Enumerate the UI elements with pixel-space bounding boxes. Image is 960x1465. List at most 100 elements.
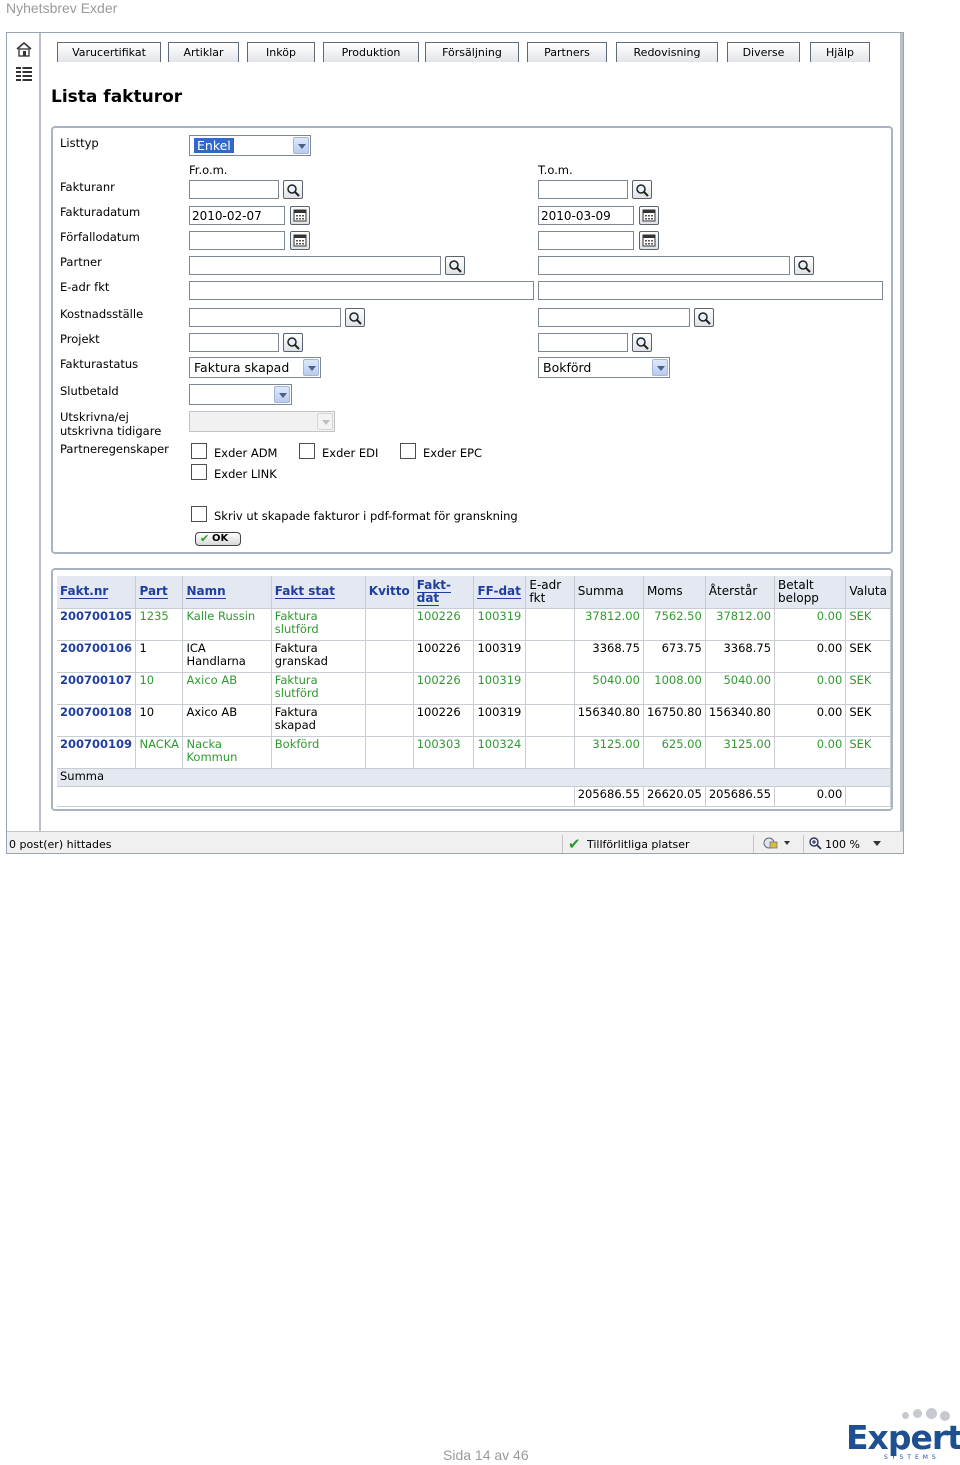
calendar-icon[interactable] [290,206,310,225]
cell-faktstat: Faktura slutförd [271,672,366,705]
search-icon[interactable] [283,180,303,199]
tab-produktion[interactable]: Produktion [323,42,419,62]
table-row[interactable]: 200700106 1 ICA Handlarna Faktura gransk… [57,640,891,673]
cell-faktdat: 100226 [413,672,475,705]
exder-epc-checkbox[interactable] [400,443,416,459]
kostnadsstalle-from-input[interactable] [189,308,341,327]
zoom-icon[interactable] [808,836,822,853]
summa-label-row: Summa [57,768,891,787]
cell-part: 10 [135,704,184,737]
partner-from-input[interactable] [189,256,441,275]
zoom-level[interactable]: 100 % [825,838,860,851]
chevron-down-icon[interactable] [274,386,290,403]
eadr-from-input[interactable] [189,281,534,300]
partner-to-input[interactable] [538,256,790,275]
listtyp-select[interactable]: Enkel [189,135,311,156]
col-header-kvitto[interactable]: Kvitto [365,576,414,609]
fakturastatus-to-select[interactable]: Bokförd [538,357,670,378]
fakturastatus-from-select[interactable]: Faktura skapad [189,357,321,378]
cell-aterstar: 3368.75 [705,640,776,673]
forfallodatum-to-input[interactable] [538,231,634,250]
utskrivna-select[interactable] [189,411,335,432]
tab-varucertifikat[interactable]: Varucertifikat [57,42,161,62]
search-form: Listtyp Enkel Fr.o.m. T.o.m. Fakturanr F… [51,126,893,554]
calendar-icon[interactable] [639,206,659,225]
cell-namn: Axico AB [182,704,272,737]
projekt-to-input[interactable] [538,333,628,352]
search-icon[interactable] [632,180,652,199]
partneregenskaper-label: Partneregenskaper [60,442,169,456]
tab-hjalp[interactable]: Hjälp [810,42,870,62]
cell-aterstar: 37812.00 [705,608,776,641]
chevron-down-icon[interactable] [303,359,319,376]
fakturanr-from-input[interactable] [189,180,279,199]
tab-inkop[interactable]: Inköp [247,42,315,62]
cell-faktnr[interactable]: 200700106 [57,640,137,673]
chevron-down-icon[interactable] [652,359,668,376]
cell-faktdat: 100226 [413,704,475,737]
eadr-to-input[interactable] [538,281,883,300]
cell-ffdat: 100319 [473,672,527,705]
cell-ffdat: 100319 [473,608,527,641]
calendar-icon[interactable] [290,231,310,250]
fakturadatum-from-input[interactable]: 2010-02-07 [189,206,285,225]
home-icon[interactable] [15,41,33,57]
col-header-ffdat[interactable]: FF-dat [473,576,527,609]
forfallodatum-label: Förfallodatum [60,230,140,244]
left-toolbar [7,33,41,831]
list-icon[interactable] [15,65,33,81]
tab-partners[interactable]: Partners [527,42,607,62]
protected-mode-icon[interactable] [762,836,792,853]
cell-faktnr[interactable]: 200700107 [57,672,137,705]
search-icon[interactable] [694,308,714,327]
table-row[interactable]: 200700109 NACKA Nacka Kommun Bokförd 100… [57,736,891,769]
table-row[interactable]: 200700107 10 Axico AB Faktura slutförd 1… [57,672,891,705]
summa-label: Summa [57,768,891,787]
fakturadatum-to-input[interactable]: 2010-03-09 [538,206,634,225]
search-icon[interactable] [632,333,652,352]
pdf-checkbox[interactable] [191,506,207,522]
table-row[interactable]: 200700108 10 Axico AB Faktura skapad 100… [57,704,891,737]
chevron-down-icon [317,413,333,430]
chevron-down-icon[interactable] [873,837,881,850]
table-row[interactable]: 200700105 1235 Kalle Russin Faktura slut… [57,608,891,641]
calendar-icon[interactable] [639,231,659,250]
exder-edi-checkbox[interactable] [299,443,315,459]
logo-subtext: SYSTEMS [884,1454,940,1461]
search-icon[interactable] [345,308,365,327]
col-header-namn[interactable]: Namn [182,576,272,609]
col-header-part[interactable]: Part [135,576,184,609]
forfallodatum-from-input[interactable] [189,231,285,250]
kostnadsstalle-to-input[interactable] [538,308,690,327]
col-header-faktstat[interactable]: Fakt stat [271,576,366,609]
tab-forsaljning[interactable]: Försäljning [425,42,519,62]
search-icon[interactable] [283,333,303,352]
exder-adm-checkbox[interactable] [191,443,207,459]
totals-spacer [57,786,575,807]
col-header-faktdat[interactable]: Fakt-dat [413,576,475,609]
cell-summa: 156340.80 [574,704,644,737]
cell-ffdat: 100324 [473,736,527,769]
slutbetald-select[interactable] [189,384,292,405]
chevron-down-icon[interactable] [293,137,309,154]
partner-label: Partner [60,255,102,269]
cell-faktnr[interactable]: 200700105 [57,608,137,641]
exder-link-checkbox[interactable] [191,464,207,480]
fakturanr-to-input[interactable] [538,180,628,199]
tab-diverse[interactable]: Diverse [727,42,800,62]
projekt-from-input[interactable] [189,333,279,352]
cell-ffdat: 100319 [473,640,527,673]
cell-summa: 3125.00 [574,736,644,769]
cell-faktnr[interactable]: 200700108 [57,704,137,737]
search-icon[interactable] [445,256,465,275]
search-icon[interactable] [794,256,814,275]
pdf-option-label: Skriv ut skapade fakturor i pdf-format f… [214,509,518,523]
tab-artiklar[interactable]: Artiklar [168,42,239,62]
cell-faktnr[interactable]: 200700109 [57,736,137,769]
cell-summa: 3368.75 [574,640,644,673]
col-header-faktnr[interactable]: Fakt.nr [57,576,137,609]
cell-moms: 673.75 [643,640,706,673]
tab-redovisning[interactable]: Redovisning [616,42,718,62]
ok-button[interactable]: ✔ OK [195,532,241,546]
zone-text: Tillförlitliga platser [587,838,690,851]
